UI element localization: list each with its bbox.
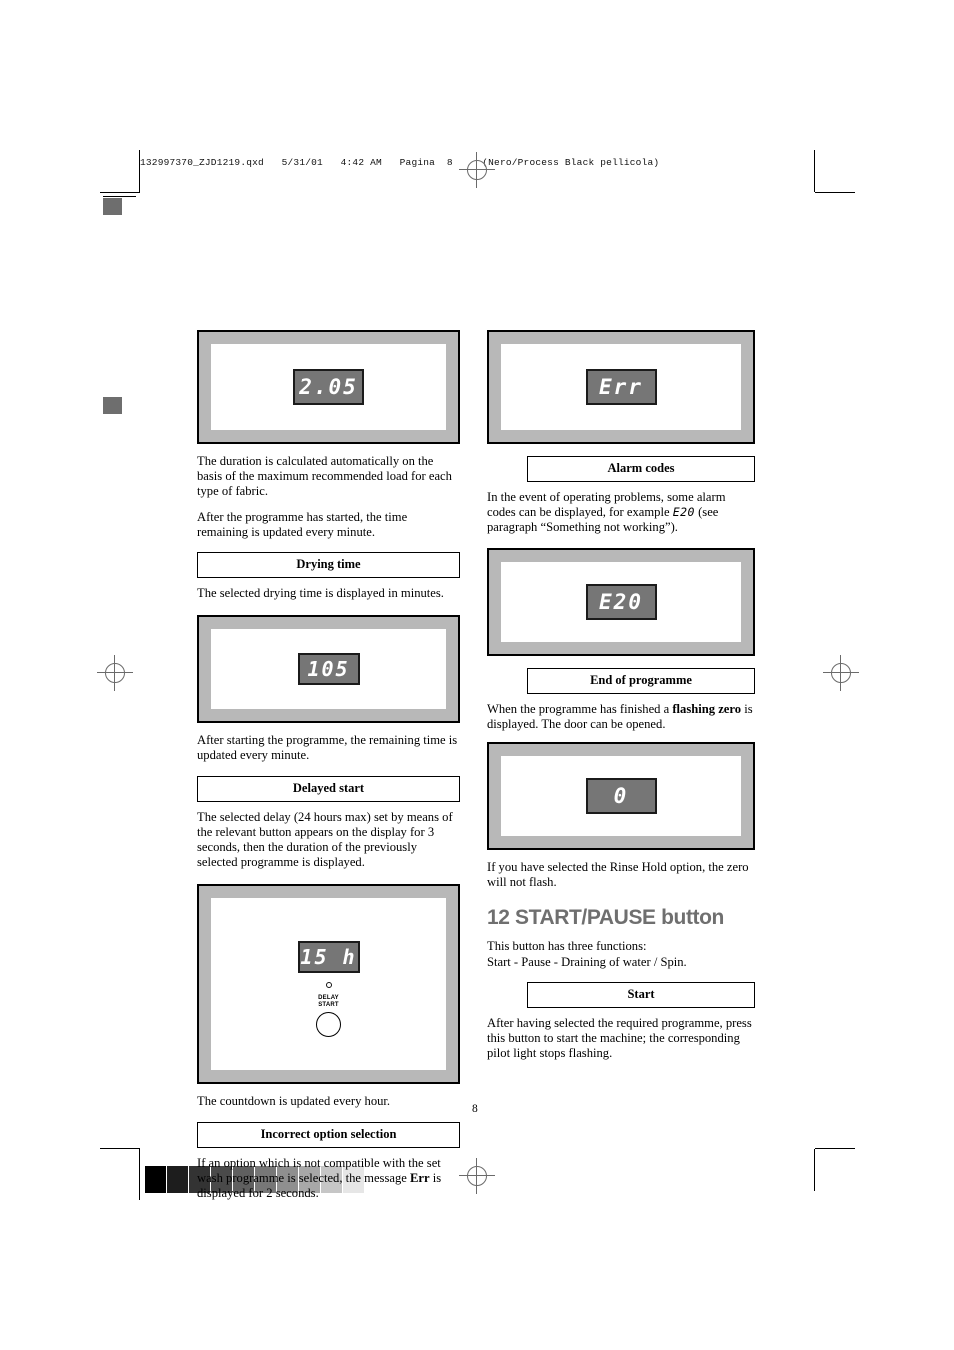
crop-mark-bottom-right-horizontal	[815, 1148, 855, 1149]
crop-mark-top-left-vertical	[139, 150, 140, 192]
prepress-slug-line: 132997370_ZJD1219.qxd 5/31/01 4:42 AM Pa…	[140, 157, 660, 168]
alarm-code-e20-inline: E20	[672, 505, 695, 520]
end-programme-text-part1: When the programme has finished a	[487, 701, 673, 716]
registration-crosshair-bottom	[459, 1158, 495, 1194]
display-panel-drying-time: 105	[197, 615, 460, 724]
heading-delayed-start: Delayed start	[197, 775, 460, 802]
paragraph-button-functions: This button has three functions: Start - …	[487, 939, 755, 969]
paragraph-rinse-hold: If you have selected the Rinse Hold opti…	[487, 860, 749, 890]
crop-mark-bottom-right-vertical	[814, 1149, 815, 1191]
lcd-readout-duration: 2.05	[293, 369, 364, 405]
paragraph-drying-time: The selected drying time is displayed in…	[197, 586, 444, 601]
paragraph-duration-calculation: The duration is calculated automatically…	[197, 454, 452, 499]
display-panel-duration: 2.05	[197, 330, 460, 444]
paragraph-start-description: After having selected the required progr…	[487, 1015, 752, 1061]
right-text-column: Err Alarm codes In the event of operatin…	[487, 330, 755, 1071]
crop-mark-top-left-horizontal	[100, 192, 140, 193]
paragraph-incorrect-option: If an option which is not compatible wit…	[197, 1156, 460, 1202]
paragraph-remaining-time-update: After starting the programme, the remain…	[197, 733, 458, 763]
margin-gray-block-upper	[103, 198, 122, 215]
delay-start-button-label: DELAY START	[318, 995, 339, 1009]
registration-crosshair-left	[97, 655, 133, 691]
delay-start-label-line2: START	[318, 1002, 339, 1009]
display-panel-zero: 0	[487, 742, 755, 851]
page-number: 8	[472, 1103, 478, 1115]
heading-end-of-programme: End of programme	[527, 667, 755, 694]
heading-drying-time: Drying time	[197, 552, 460, 579]
paragraph-countdown-update: The countdown is updated every hour.	[197, 1094, 391, 1109]
crop-mark-top-right-horizontal	[815, 192, 855, 193]
heading-incorrect-option-selection: Incorrect option selection	[197, 1121, 460, 1148]
incorrect-option-err-bold: Err	[409, 1170, 430, 1185]
section-heading-start-pause-button: 12 START/PAUSE button	[487, 906, 724, 930]
registration-crosshair-top	[459, 152, 495, 188]
paragraph-time-remaining-update: After the programme has started, the tim…	[197, 509, 408, 539]
crop-mark-top-right-vertical	[814, 150, 815, 192]
lcd-readout-drying-time: 105	[297, 653, 360, 686]
delay-start-button[interactable]	[316, 1012, 341, 1038]
paragraph-end-of-programme: When the programme has finished a flashi…	[487, 702, 755, 732]
heading-start: Start	[527, 981, 755, 1008]
lcd-readout-err: Err	[585, 369, 657, 405]
margin-gray-block-lower	[103, 397, 122, 414]
margin-rule-line	[103, 196, 136, 197]
delay-start-label-line1: DELAY	[318, 995, 339, 1002]
paragraph-delayed-start: The selected delay (24 hours max) set by…	[197, 809, 453, 870]
lcd-readout-delay-hours: 15 h	[297, 941, 360, 974]
flashing-zero-bold: flashing zero	[672, 701, 742, 716]
button-functions-line2: Start - Pause - Draining of water / Spin…	[487, 954, 687, 969]
button-functions-line1: This button has three functions:	[487, 939, 647, 954]
heading-alarm-codes: Alarm codes	[527, 456, 755, 482]
display-panel-delay-start: 15 h DELAY START	[197, 884, 460, 1085]
pilot-light-led-icon	[325, 982, 332, 989]
incorrect-option-text-part1: If an option which is not compatible wit…	[197, 1155, 441, 1185]
crop-mark-bottom-left-horizontal	[100, 1148, 140, 1149]
lcd-readout-zero: 0	[585, 778, 657, 815]
left-text-column: 2.05 The duration is calculated automati…	[197, 330, 460, 1211]
display-panel-err: Err	[487, 330, 755, 444]
lcd-readout-e20: E20	[585, 583, 657, 620]
registration-crosshair-right	[823, 655, 859, 691]
display-panel-e20: E20	[487, 547, 755, 656]
paragraph-alarm-codes: In the event of operating problems, some…	[487, 490, 755, 536]
